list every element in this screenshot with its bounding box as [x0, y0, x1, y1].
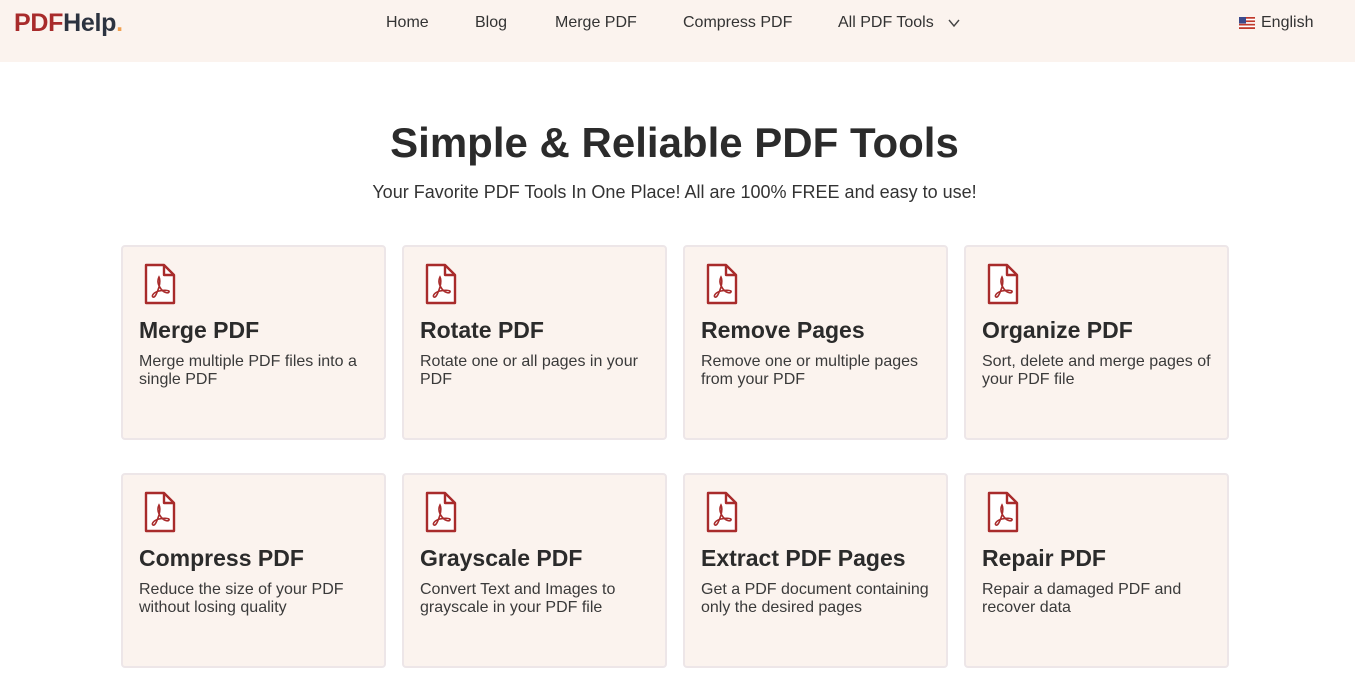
- tool-card-organize-pdf[interactable]: Organize PDF Sort, delete and merge page…: [964, 245, 1229, 440]
- tool-card-merge-pdf[interactable]: Merge PDF Merge multiple PDF files into …: [121, 245, 386, 440]
- us-flag-icon: [1239, 17, 1255, 29]
- nav-home-link[interactable]: Home: [386, 14, 429, 32]
- tool-card-description: Sort, delete and merge pages of your PDF…: [982, 353, 1211, 388]
- tool-card-extract-pdf-pages[interactable]: Extract PDF Pages Get a PDF document con…: [683, 473, 948, 668]
- main-nav: Home Blog Merge PDF Compress PDF All PDF…: [0, 0, 1355, 45]
- tool-card-description: Merge multiple PDF files into a single P…: [139, 353, 357, 388]
- nav-merge-pdf-link[interactable]: Merge PDF: [555, 14, 637, 32]
- language-label: English: [1261, 14, 1314, 31]
- top-header: PDFHelp. Home Blog Merge PDF Compress PD…: [0, 0, 1355, 62]
- nav-blog-link[interactable]: Blog: [475, 14, 507, 32]
- tool-card-description: Rotate one or all pages in your PDF: [420, 353, 638, 388]
- tool-card-compress-pdf[interactable]: Compress PDF Reduce the size of your PDF…: [121, 473, 386, 668]
- tool-card-title: Remove Pages: [701, 317, 865, 343]
- tool-card-title: Grayscale PDF: [420, 545, 583, 571]
- page-subtitle: Your Favorite PDF Tools In One Place! Al…: [372, 182, 977, 202]
- tool-card-grayscale-pdf[interactable]: Grayscale PDF Convert Text and Images to…: [402, 473, 667, 668]
- tool-card-description: Convert Text and Images to grayscale in …: [420, 581, 616, 616]
- pdf-file-icon: [706, 491, 738, 533]
- tool-card-description: Repair a damaged PDF and recover data: [982, 581, 1182, 616]
- tool-card-description: Remove one or multiple pages from your P…: [701, 353, 919, 388]
- page-title: Simple & Reliable PDF Tools: [390, 119, 959, 166]
- pdf-file-icon: [706, 263, 738, 305]
- tool-card-title: Rotate PDF: [420, 317, 544, 343]
- chevron-down-icon[interactable]: [947, 16, 961, 30]
- tool-card-title: Merge PDF: [139, 317, 260, 343]
- pdf-file-icon: [425, 491, 457, 533]
- tool-card-title: Extract PDF Pages: [701, 545, 906, 571]
- tool-card-rotate-pdf[interactable]: Rotate PDF Rotate one or all pages in yo…: [402, 245, 667, 440]
- tool-card-title: Compress PDF: [139, 545, 304, 571]
- language-selector[interactable]: English: [1239, 14, 1313, 32]
- tool-card-remove-pages[interactable]: Remove Pages Remove one or multiple page…: [683, 245, 948, 440]
- pdf-file-icon: [425, 263, 457, 305]
- pdf-file-icon: [987, 491, 1019, 533]
- tool-card-description: Reduce the size of your PDF without losi…: [139, 581, 344, 616]
- tool-card-repair-pdf[interactable]: Repair PDF Repair a damaged PDF and reco…: [964, 473, 1229, 668]
- tool-card-title: Organize PDF: [982, 317, 1133, 343]
- pdf-file-icon: [144, 491, 176, 533]
- tool-card-title: Repair PDF: [982, 545, 1106, 571]
- pdf-file-icon: [987, 263, 1019, 305]
- pdf-file-icon: [144, 263, 176, 305]
- nav-all-pdf-tools-dropdown[interactable]: All PDF Tools: [838, 14, 934, 32]
- tool-card-description: Get a PDF document containing only the d…: [701, 581, 929, 616]
- nav-compress-pdf-link[interactable]: Compress PDF: [683, 14, 792, 32]
